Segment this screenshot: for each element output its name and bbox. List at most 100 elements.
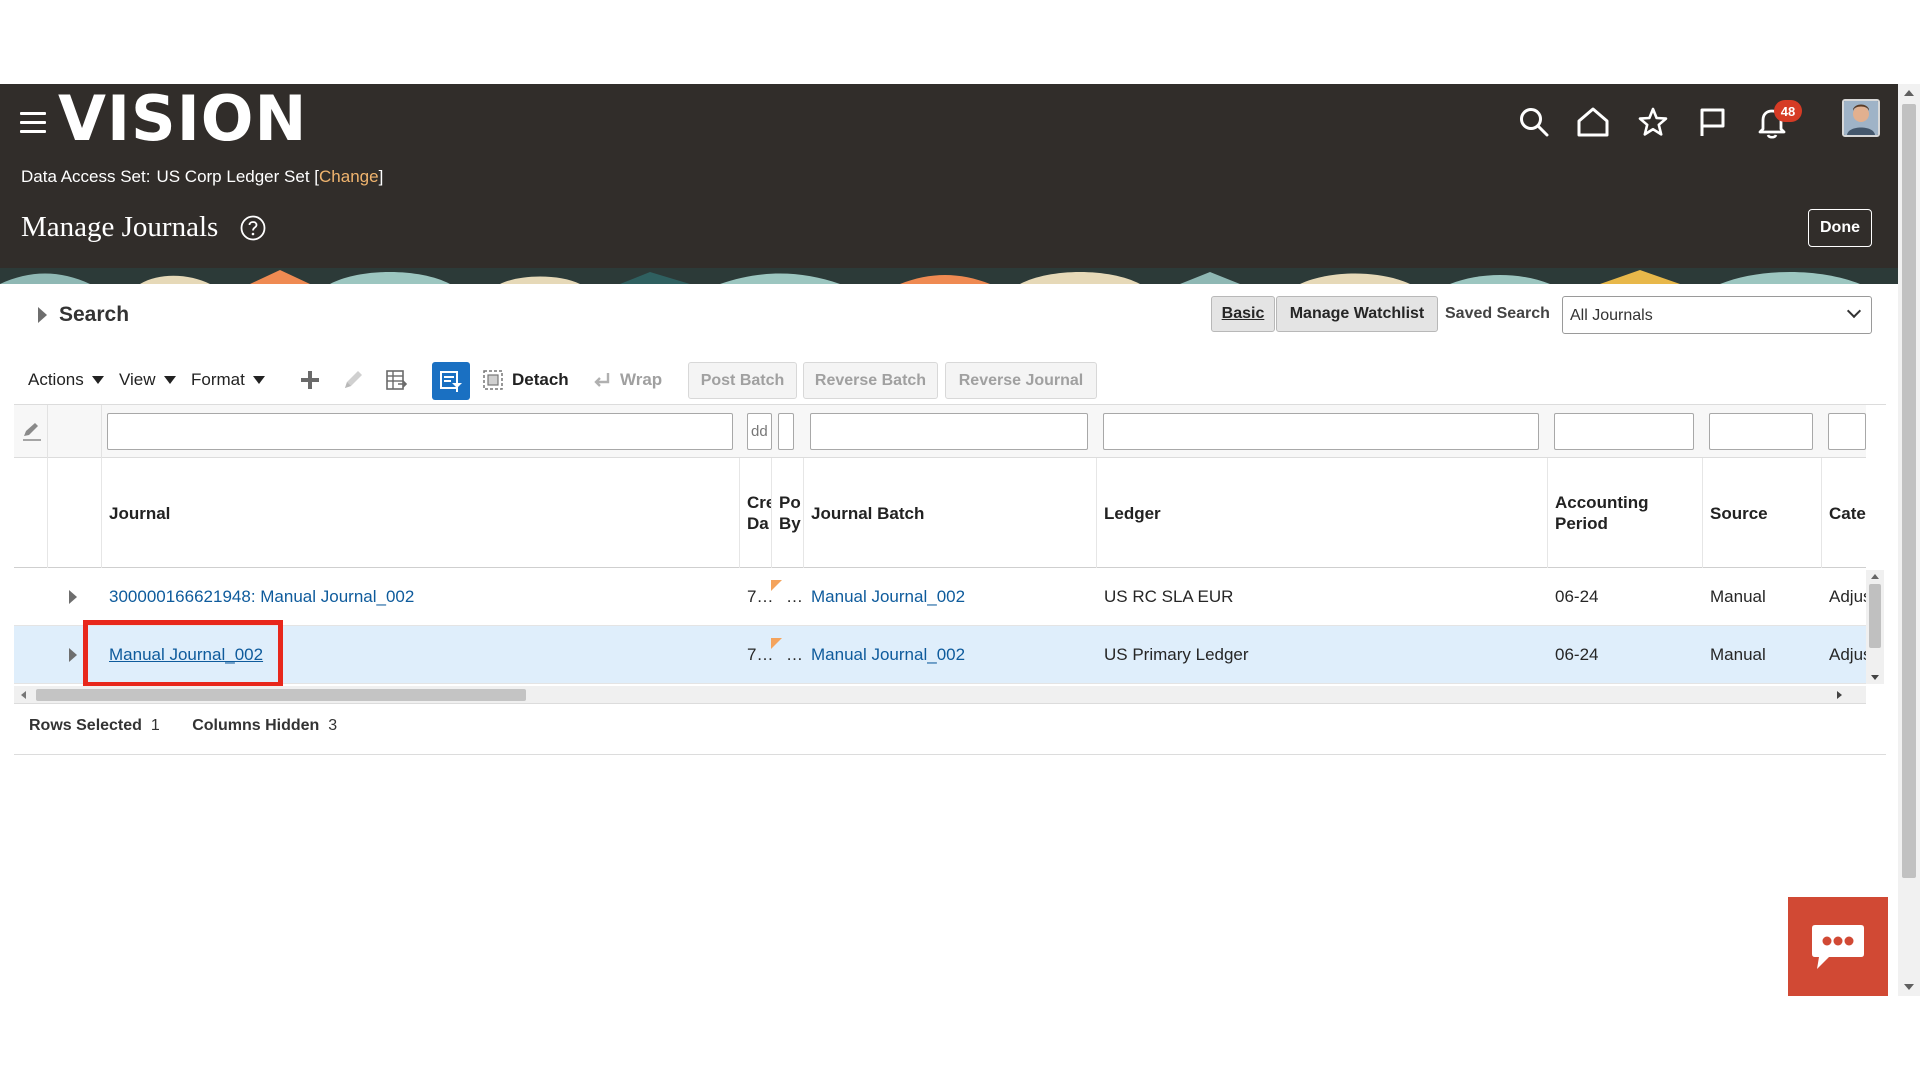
view-menu[interactable]: View [119, 362, 176, 398]
caret-down-icon [163, 376, 176, 384]
rows-selected-label: Rows Selected [29, 717, 142, 734]
journal-batch-link[interactable]: Manual Journal_002 [811, 587, 965, 607]
created-date-filter-input[interactable]: dd [747, 413, 772, 450]
status-flag-icon [771, 580, 782, 591]
post-batch-button[interactable]: Post Batch [688, 362, 797, 399]
done-button[interactable]: Done [1808, 209, 1872, 247]
period-cell: 06-24 [1555, 645, 1599, 664]
category-cell: Adjus [1829, 587, 1866, 606]
source-cell: Manual [1710, 587, 1766, 606]
bell-icon[interactable]: 48 [1750, 100, 1802, 144]
actions-label: Actions [28, 370, 84, 389]
col-posted-by-line1: Po [779, 493, 801, 512]
category-filter-input[interactable] [1828, 413, 1866, 450]
col-posted-by[interactable]: Po By [772, 458, 804, 568]
col-category[interactable]: Cate [1822, 458, 1866, 568]
chat-icon [1812, 924, 1864, 969]
help-icon[interactable] [240, 215, 266, 241]
page-scrollbar[interactable] [1898, 84, 1920, 996]
status-flag-icon [771, 638, 782, 649]
vision-logo[interactable]: VISION [58, 88, 307, 150]
table-horizontal-scrollbar[interactable] [14, 686, 1866, 704]
user-avatar[interactable] [1842, 99, 1880, 137]
flag-icon[interactable] [1690, 100, 1734, 144]
expand-column-header [48, 458, 102, 568]
detach-icon [483, 370, 503, 390]
col-ledger[interactable]: Ledger [1097, 458, 1548, 568]
format-menu[interactable]: Format [191, 362, 265, 398]
search-disclosure[interactable]: Search [38, 303, 129, 327]
search-label: Search [59, 303, 130, 326]
created-date-cell: 7… [747, 645, 772, 664]
source-cell: Manual [1710, 645, 1766, 664]
data-access-value: US Corp Ledger Set [156, 167, 310, 186]
period-cell: 06-24 [1555, 587, 1599, 606]
col-journal[interactable]: Journal [102, 458, 740, 568]
saved-search-select[interactable]: All Journals [1562, 296, 1872, 334]
col-journal-batch[interactable]: Journal Batch [804, 458, 1097, 568]
row-header-corner [14, 458, 48, 568]
clear-filter-icon [23, 423, 41, 441]
ledger-cell: US RC SLA EUR [1104, 587, 1234, 606]
ledger-filter-input[interactable] [1103, 413, 1539, 450]
caret-down-icon [252, 376, 265, 384]
search-icon[interactable] [1512, 100, 1556, 144]
manage-watchlist-button[interactable]: Manage Watchlist [1276, 296, 1438, 332]
col-created-date-line1: Cre [747, 493, 771, 512]
star-icon[interactable] [1631, 100, 1675, 144]
columns-hidden-value: 3 [328, 717, 338, 734]
data-access-set: Data Access Set: US Corp Ledger Set [Chan… [21, 167, 383, 187]
journals-table: dd Journal Cre Da Po By Journal Batch Le… [14, 404, 1886, 706]
bracket-close: ] [378, 167, 384, 186]
filter-row: dd [14, 405, 1866, 458]
export-icon[interactable] [382, 366, 410, 394]
col-accounting-period[interactable]: Accounting Period [1548, 458, 1703, 568]
basic-button[interactable]: Basic [1211, 296, 1275, 332]
source-filter-input[interactable] [1709, 413, 1813, 450]
detach-button[interactable]: Detach [482, 362, 569, 398]
col-posted-by-line2: By [779, 514, 801, 533]
journal-filter-input[interactable] [107, 413, 733, 450]
saved-search-value: All Journals [1570, 307, 1653, 324]
actions-menu[interactable]: Actions [28, 362, 104, 398]
col-created-date-line2: Da [747, 514, 769, 533]
journal-batch-link[interactable]: Manual Journal_002 [811, 645, 965, 665]
expand-icon [38, 307, 47, 323]
data-access-label: Data Access Set: [21, 167, 151, 186]
format-label: Format [191, 370, 245, 389]
period-filter-input[interactable] [1554, 413, 1694, 450]
journal-link[interactable]: 300000166621948: Manual Journal_002 [109, 587, 414, 607]
column-header-row: Journal Cre Da Po By Journal Batch Ledge… [14, 458, 1866, 568]
reverse-batch-button[interactable]: Reverse Batch [803, 362, 938, 399]
posted-by-filter-input[interactable] [778, 413, 794, 450]
wrap-button[interactable]: Wrap [592, 362, 662, 398]
menu-icon[interactable] [20, 112, 46, 134]
view-label: View [119, 370, 156, 389]
divider [14, 754, 1886, 755]
query-by-example-icon[interactable] [432, 362, 470, 400]
reverse-journal-button[interactable]: Reverse Journal [945, 362, 1097, 399]
wrap-icon [594, 373, 610, 387]
page-title: Manage Journals [21, 211, 219, 243]
edit-icon[interactable] [339, 366, 367, 394]
row-expand-icon[interactable] [62, 568, 92, 626]
home-icon[interactable] [1571, 100, 1615, 144]
table-row-selected[interactable]: Manual Journal_002 7… … Manual Journal_0… [14, 626, 1866, 684]
col-source[interactable]: Source [1703, 458, 1822, 568]
col-period-line2: Period [1555, 514, 1608, 533]
created-date-cell: 7… [747, 587, 772, 606]
col-created-date[interactable]: Cre Da [740, 458, 772, 568]
table-vertical-scrollbar[interactable] [1866, 570, 1884, 684]
rows-selected-value: 1 [150, 717, 160, 734]
table-row[interactable]: 300000166621948: Manual Journal_002 7… …… [14, 568, 1866, 626]
global-header: VISION 48 Data Access Set: US Corp Ledger… [0, 84, 1898, 284]
change-link[interactable]: Change [319, 167, 379, 186]
col-period-line1: Accounting [1555, 493, 1649, 512]
saved-search-label: Saved Search [1445, 305, 1550, 322]
chat-button[interactable] [1788, 897, 1888, 996]
add-icon[interactable] [296, 366, 324, 394]
filter-clear-cell[interactable] [14, 405, 48, 458]
journal-batch-filter-input[interactable] [810, 413, 1088, 450]
ledger-cell: US Primary Ledger [1104, 645, 1249, 664]
highlight-annotation [83, 620, 283, 687]
